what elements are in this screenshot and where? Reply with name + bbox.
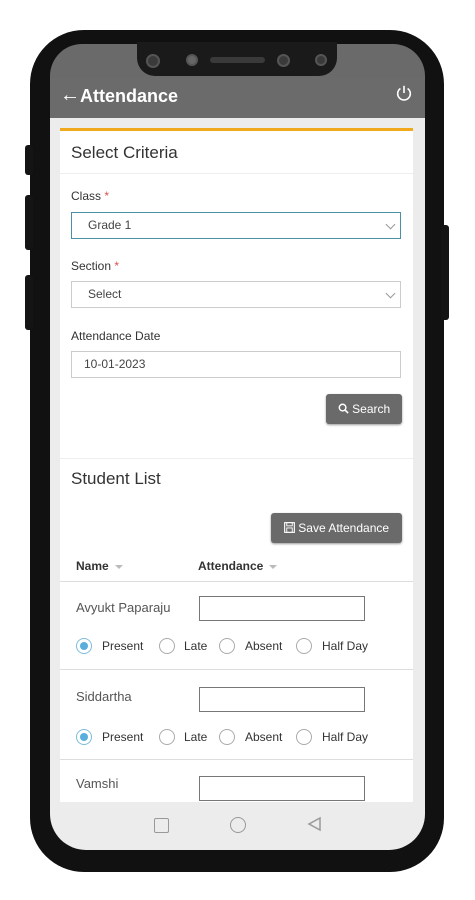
late-label: Late: [184, 730, 208, 744]
attendance-radio-group: Present Late Absent Half Day: [76, 729, 396, 749]
column-header-name[interactable]: Name: [76, 559, 123, 573]
camera-icon: [146, 54, 160, 68]
absent-label: Absent: [245, 730, 283, 744]
home-icon[interactable]: [230, 817, 246, 833]
recents-icon[interactable]: [154, 818, 169, 833]
back-icon[interactable]: [306, 816, 322, 832]
search-button[interactable]: Search: [326, 394, 402, 424]
present-radio[interactable]: [76, 729, 92, 745]
volume-up-button: [25, 195, 33, 250]
divider: [60, 759, 413, 760]
student-remark-input[interactable]: [199, 776, 365, 801]
content-area: Select Criteria Class * Grade 1 Section …: [50, 118, 425, 802]
absent-radio[interactable]: [219, 638, 235, 654]
column-header-attendance[interactable]: Attendance: [198, 559, 278, 573]
half-day-radio[interactable]: [296, 638, 312, 654]
chevron-down-icon: [385, 219, 396, 230]
sort-icon: [269, 564, 278, 569]
half-day-radio[interactable]: [296, 729, 312, 745]
half-day-label: Half Day: [322, 730, 369, 744]
app-bar: ← Attendance: [50, 78, 425, 118]
select-criteria-title: Select Criteria: [71, 143, 178, 162]
absent-label: Absent: [245, 639, 283, 653]
student-remark-input[interactable]: [199, 596, 365, 621]
divider: [60, 173, 413, 174]
arrow-left-icon[interactable]: ←: [60, 84, 80, 107]
power-side-button: [441, 225, 449, 320]
section-select[interactable]: Select: [71, 281, 401, 308]
power-icon[interactable]: [395, 84, 413, 102]
divider: [60, 458, 413, 459]
present-label: Present: [102, 639, 144, 653]
half-day-label: Half Day: [322, 639, 369, 653]
attendance-radio-group: Present Late Absent Half Day: [76, 638, 396, 658]
late-radio[interactable]: [159, 638, 175, 654]
student-name: Siddartha: [76, 689, 132, 704]
attendance-date-input[interactable]: 10-01-2023: [71, 351, 401, 378]
sensor-icon: [277, 54, 290, 67]
student-name: Avyukt Paparaju: [76, 600, 171, 615]
date-label: Attendance Date: [71, 329, 161, 343]
system-nav-bar: [50, 802, 425, 850]
student-remark-input[interactable]: [199, 687, 365, 712]
divider: [60, 669, 413, 670]
present-label: Present: [102, 730, 144, 744]
attendance-card: Select Criteria Class * Grade 1 Section …: [60, 128, 413, 802]
class-label: Class *: [71, 189, 110, 203]
student-name: Vamshi: [76, 776, 119, 791]
present-radio[interactable]: [76, 638, 92, 654]
section-label: Section *: [71, 259, 120, 273]
volume-button: [25, 145, 33, 175]
late-radio[interactable]: [159, 729, 175, 745]
sensor-icon: [315, 54, 327, 66]
student-list-title: Student List: [71, 469, 161, 488]
late-label: Late: [184, 639, 208, 653]
page-title: Attendance: [80, 86, 179, 106]
divider: [60, 581, 413, 582]
save-attendance-button[interactable]: Save Attendance: [271, 513, 402, 543]
sort-icon: [114, 564, 123, 569]
volume-down-button: [25, 275, 33, 330]
class-select[interactable]: Grade 1: [71, 212, 401, 239]
search-icon: [338, 403, 349, 414]
absent-radio[interactable]: [219, 729, 235, 745]
speaker-grille: [210, 57, 265, 63]
camera-icon: [186, 54, 198, 66]
save-icon: [284, 522, 295, 533]
chevron-down-icon: [385, 288, 396, 299]
